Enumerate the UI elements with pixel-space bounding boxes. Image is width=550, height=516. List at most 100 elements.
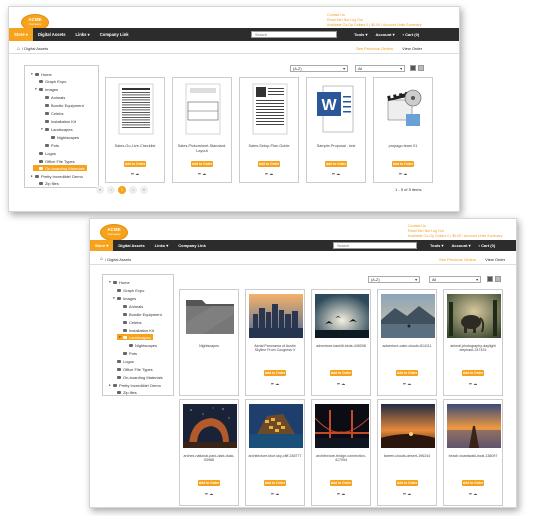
company-logo[interactable]: ACME Company — [100, 224, 128, 241]
sort-select[interactable]: (A-Z) ▾ — [290, 65, 348, 72]
asset-card[interactable]: W Sample-Proposal - test Add to Order ➦ … — [306, 77, 366, 183]
share-download-icons[interactable]: ➦ ☁ — [173, 171, 231, 176]
tree-item-pots[interactable]: Pots — [39, 142, 61, 148]
add-to-order-button[interactable]: Add to Order — [392, 161, 414, 167]
share-download-icons[interactable]: ➦ ☁ — [374, 171, 432, 176]
add-to-order-button[interactable]: Add to Order — [396, 370, 418, 376]
folder-card[interactable]: Nightscapes — [179, 289, 239, 396]
sort-select[interactable]: (A-Z) ▾ — [368, 276, 420, 283]
share-download-icons[interactable]: ➦ ☁ — [307, 171, 365, 176]
tree-item-office-file-types[interactable]: Office File Types — [33, 158, 77, 164]
tree-item-pretty-incredible-demo[interactable]: ▸ Pretty Incredible! Demo — [29, 173, 85, 179]
nav-links[interactable]: Links ▾ — [71, 28, 95, 41]
nav-company-link[interactable]: Company Link — [173, 240, 211, 251]
list-view-icon[interactable] — [418, 65, 424, 71]
nav-store[interactable]: Store ▾ — [90, 240, 114, 251]
add-to-order-button[interactable]: Add to Order — [258, 161, 280, 167]
tree-item-nightscapes[interactable]: Nightscapes — [45, 134, 81, 140]
tree-item-bundle-equipment[interactable]: Bundle Equipment — [39, 102, 86, 108]
asset-card[interactable]: beach-boardwalk-boat-138097 Add to Order… — [443, 399, 503, 506]
tree-item-images[interactable]: ▾ Images — [33, 86, 60, 92]
tree-item-installation-kit[interactable]: Installation Kit — [117, 327, 156, 333]
asset-card[interactable]: arches-national-park-dark-dusk-53988 Add… — [179, 399, 239, 506]
nav-cart[interactable]: ▪ Cart (0) — [403, 32, 420, 37]
tree-item-landscapes[interactable]: ▾ Landscapes — [117, 334, 153, 340]
add-to-order-button[interactable]: Add to Order — [462, 480, 484, 486]
share-download-icons[interactable]: ➦ ☁ — [378, 491, 436, 496]
asset-card[interactable]: animal-photography-daylight elephant-247… — [443, 289, 503, 396]
add-to-order-button[interactable]: Add to Order — [264, 370, 286, 376]
asset-card[interactable]: propago team 01 Add to Order ➦ ☁ — [373, 77, 433, 183]
tree-item-animals[interactable]: Animals — [117, 303, 145, 309]
tree-item-zip-files[interactable]: Zip files — [111, 389, 139, 395]
tree-item-pretty-incredible-demo[interactable]: ▸ Pretty Incredible! Demo — [107, 382, 163, 388]
filter-select[interactable]: All ▾ — [429, 276, 481, 283]
nav-store[interactable]: Store ▾ — [9, 28, 33, 41]
first-page-button[interactable]: « — [96, 186, 104, 194]
add-to-order-button[interactable]: Add to Order — [396, 480, 418, 486]
tree-item-animals[interactable]: Animals — [39, 94, 67, 100]
share-download-icons[interactable]: ➦ ☁ — [444, 381, 502, 386]
asset-card[interactable]: adventure-backlit-birds-445008 Add to Or… — [311, 289, 371, 396]
tree-item-bundle-equipment[interactable]: Bundle Equipment — [117, 311, 164, 317]
tree-item-celebs[interactable]: Celebs — [117, 319, 143, 325]
share-download-icons[interactable]: ➦ ☁ — [106, 171, 164, 176]
tree-item-onboarding-materials[interactable]: On-boarding Materials — [111, 374, 165, 380]
asset-card[interactable]: Aerial Panorama of Austin Skyline From C… — [245, 289, 305, 396]
tree-item-graph-expo[interactable]: Graph Expo — [33, 78, 68, 84]
share-download-icons[interactable]: ➦ ☁ — [246, 381, 304, 386]
tree-item-onboarding-materials[interactable]: On-boarding Materials — [33, 165, 87, 171]
asset-card[interactable]: Sales-Pickorsheet-Standard-Layout Add to… — [172, 77, 232, 183]
share-download-icons[interactable]: ➦ ☁ — [246, 491, 304, 496]
asset-card[interactable]: Sales-Go-Live-Checklist Add to Order ➦ ☁ — [105, 77, 165, 183]
grid-view-icon[interactable] — [410, 65, 416, 71]
previous-orders-link[interactable]: See Previous Orders — [356, 46, 393, 51]
tree-item-images[interactable]: ▾ Images — [111, 295, 138, 301]
nav-account[interactable]: Account ▾ — [376, 32, 395, 37]
asset-card[interactable]: Sales-Setup-Plan-Guide Add to Order ➦ ☁ — [239, 77, 299, 183]
search-input[interactable]: Search — [333, 242, 417, 249]
add-to-order-button[interactable]: Add to Order — [198, 480, 220, 486]
filter-select[interactable]: All ▾ — [355, 65, 405, 72]
coop-dollars-link[interactable]: Available Co-Op Dollars 0 | $0.00 / Acco… — [408, 234, 503, 239]
page-1-button[interactable]: 1 — [118, 186, 126, 194]
nav-digital-assets[interactable]: Digital Assets — [113, 240, 149, 251]
tree-item-logos[interactable]: Logos — [33, 150, 58, 156]
share-download-icons[interactable]: ➦ ☁ — [312, 381, 370, 386]
search-input[interactable]: Search — [251, 31, 337, 38]
asset-card[interactable]: architecture-blue-sky-cliff-248777 Add t… — [245, 399, 305, 506]
nav-tools[interactable]: Tools ▾ — [354, 32, 368, 37]
tree-item-landscapes[interactable]: ▾ Landscapes — [39, 126, 75, 132]
share-download-icons[interactable]: ➦ ☁ — [312, 491, 370, 496]
tree-item-graph-expo[interactable]: Graph Expo — [111, 287, 146, 293]
tree-item-office-file-types[interactable]: Office File Types — [111, 366, 155, 372]
nav-digital-assets[interactable]: Digital Assets — [33, 28, 71, 41]
tree-item-home[interactable]: ▾ Home — [29, 71, 54, 77]
add-to-order-button[interactable]: Add to Order — [462, 370, 484, 376]
grid-view-icon[interactable] — [487, 276, 493, 282]
add-to-order-button[interactable]: Add to Order — [330, 370, 352, 376]
previous-orders-link[interactable]: See Previous Orders — [439, 257, 476, 262]
tree-item-logos[interactable]: Logos — [111, 358, 136, 364]
view-order-link[interactable]: View Order — [402, 46, 422, 51]
home-icon[interactable]: ⌂ — [100, 256, 103, 262]
nav-tools[interactable]: Tools ▾ — [430, 243, 444, 248]
next-page-button[interactable]: › — [129, 186, 137, 194]
list-view-icon[interactable] — [495, 276, 501, 282]
tree-item-installation-kit[interactable]: Installation Kit — [39, 118, 78, 124]
share-download-icons[interactable]: ➦ ☁ — [444, 491, 502, 496]
share-download-icons[interactable]: ➦ ☁ — [240, 171, 298, 176]
view-order-link[interactable]: View Order — [485, 257, 505, 262]
add-to-order-button[interactable]: Add to Order — [264, 480, 286, 486]
asset-card[interactable]: barren-clouds-desert-196244 Add to Order… — [377, 399, 437, 506]
add-to-order-button[interactable]: Add to Order — [124, 161, 146, 167]
asset-card[interactable]: adventure-calm-clouds-814111 Add to Orde… — [377, 289, 437, 396]
add-to-order-button[interactable]: Add to Order — [325, 161, 347, 167]
tree-item-home[interactable]: ▾ Home — [107, 279, 132, 285]
tree-item-zip-files[interactable]: Zip files — [33, 180, 61, 186]
asset-card[interactable]: architecture-bridge-connection-417054 Ad… — [311, 399, 371, 506]
share-download-icons[interactable]: ➦ ☁ — [180, 491, 238, 496]
add-to-order-button[interactable]: Add to Order — [330, 480, 352, 486]
add-to-order-button[interactable]: Add to Order — [191, 161, 213, 167]
last-page-button[interactable]: » — [140, 186, 148, 194]
